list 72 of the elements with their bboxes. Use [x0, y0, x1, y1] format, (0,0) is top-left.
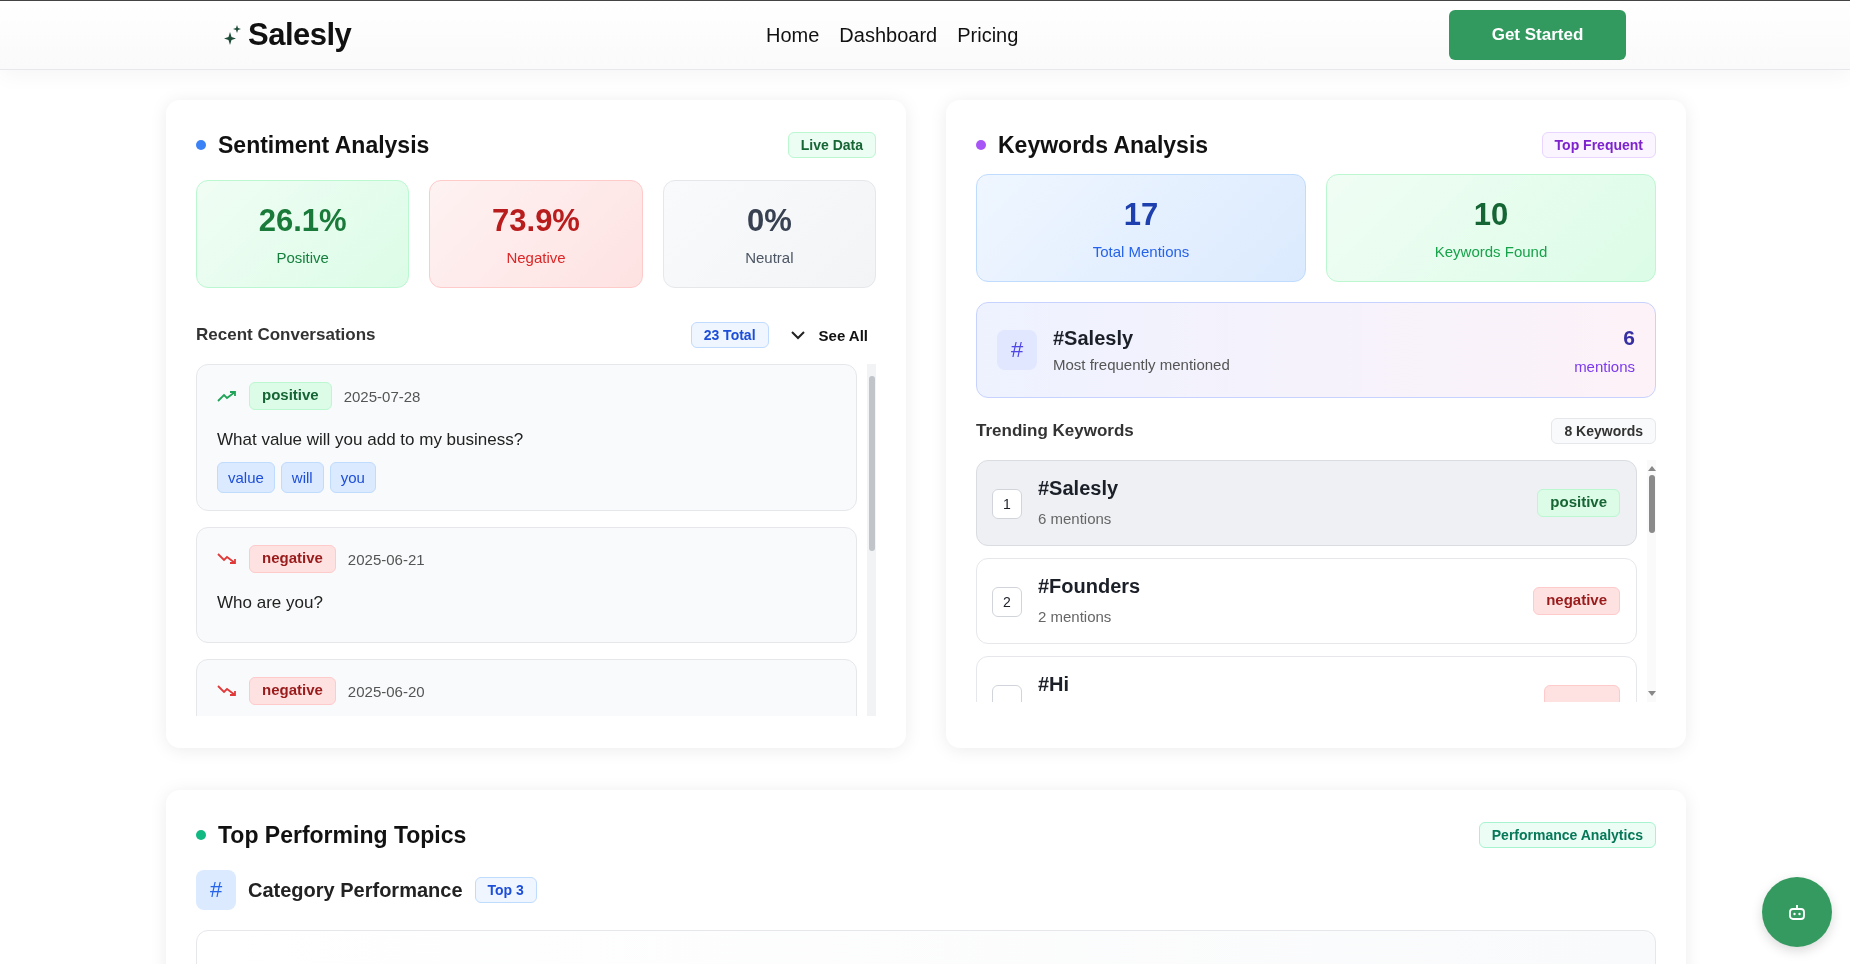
keyword-row[interactable]: 2 #Founders 2 mentions negative [976, 558, 1637, 644]
card-title: Top Performing Topics [218, 821, 468, 849]
hash-icon: # [997, 330, 1037, 370]
keyword-chip: you [329, 462, 376, 493]
stat-label: Negative [506, 248, 566, 266]
keyword-caption: Most frequently mentioned [1053, 356, 1231, 373]
keyword-chip: will [280, 462, 324, 493]
mention-count: 2 mentions [1038, 608, 1113, 625]
conversation-date: 2025-07-28 [343, 387, 421, 405]
card-title: Sentiment Analysis [218, 131, 431, 159]
chatbot-button[interactable] [1762, 877, 1832, 947]
scrollbar[interactable] [867, 364, 876, 716]
sparkle-icon [224, 24, 242, 46]
keyword-row[interactable]: 1 #Salesly 6 mentions positive [976, 460, 1637, 546]
chevron-down-icon[interactable] [790, 330, 805, 340]
stat-label: Positive [276, 248, 329, 266]
stat-value: 26.1% [258, 202, 347, 239]
logo[interactable]: Salesly [248, 17, 352, 53]
mention-unit: mentions [1574, 357, 1635, 375]
card-title: Keywords Analysis [998, 131, 1210, 159]
get-started-button[interactable]: Get Started [1449, 10, 1626, 60]
mention-count: 6 mentions [1038, 510, 1113, 527]
sentiment-badge: negative [249, 545, 336, 573]
stat-label: Neutral [745, 248, 794, 266]
trend-up-icon [217, 390, 237, 402]
see-all-link[interactable]: See All [818, 326, 868, 344]
keyword-count-badge: 8 Keywords [1551, 418, 1656, 444]
stat-value: 17 [1123, 196, 1159, 233]
stat-label: Keywords Found [1434, 242, 1548, 260]
rank-number: 2 [992, 587, 1022, 617]
nav-link[interactable]: Home [766, 23, 820, 47]
nav-link[interactable]: Pricing [957, 23, 1019, 47]
stat-label: Total Mentions [1092, 242, 1190, 260]
stat-value: 10 [1473, 196, 1509, 233]
section-title: Category Performance [248, 878, 463, 902]
conversation-card[interactable]: negative 2025-06-21 Who are you? [196, 527, 857, 643]
analytics-badge: Performance Analytics [1478, 822, 1656, 848]
keyword-name: #Salesly [1038, 477, 1120, 500]
robot-icon [1788, 904, 1806, 920]
keyword-chip: value [217, 462, 275, 493]
top-badge: Top 3 [474, 877, 537, 903]
conversation-date: 2025-06-20 [347, 682, 425, 700]
conversation-date: 2025-06-21 [347, 550, 425, 568]
trend-down-icon [217, 553, 237, 565]
live-data-badge: Live Data [787, 132, 876, 158]
status-dot [196, 830, 206, 840]
sentiment-badge: positive [1537, 489, 1620, 517]
section-title: Recent Conversations [196, 325, 377, 345]
keyword-name: #Founders [1038, 575, 1142, 598]
status-dot [976, 140, 986, 150]
section-title: Trending Keywords [976, 421, 1135, 441]
sentiment-badge: negative [1533, 587, 1620, 615]
mention-count: 6 [1622, 325, 1635, 350]
scrollbar[interactable] [1647, 460, 1656, 702]
keyword-row[interactable]: #Hi [976, 656, 1637, 702]
sentiment-badge: negative [249, 677, 336, 705]
nav-link[interactable]: Dashboard [839, 23, 938, 47]
hash-icon: # [196, 870, 236, 910]
keyword-name: #Hi [1038, 673, 1071, 696]
trend-down-icon [217, 685, 237, 697]
sentiment-badge: positive [249, 382, 332, 410]
top-frequent-badge: Top Frequent [1541, 132, 1656, 158]
rank-number: 1 [992, 489, 1022, 519]
stat-value: 73.9% [492, 202, 580, 239]
conversation-text: Who are you? [217, 593, 324, 613]
stat-value: 0% [746, 202, 792, 239]
keyword-name: #Salesly [1053, 327, 1135, 350]
status-dot [196, 140, 206, 150]
conversation-text: What value will you add to my business? [217, 430, 525, 450]
conversation-card[interactable]: positive 2025-07-28 What value will you add to my business? value will you [196, 364, 857, 511]
conversation-card[interactable]: negative 2025-06-20 [196, 659, 857, 716]
total-badge: 23 Total [690, 322, 769, 348]
